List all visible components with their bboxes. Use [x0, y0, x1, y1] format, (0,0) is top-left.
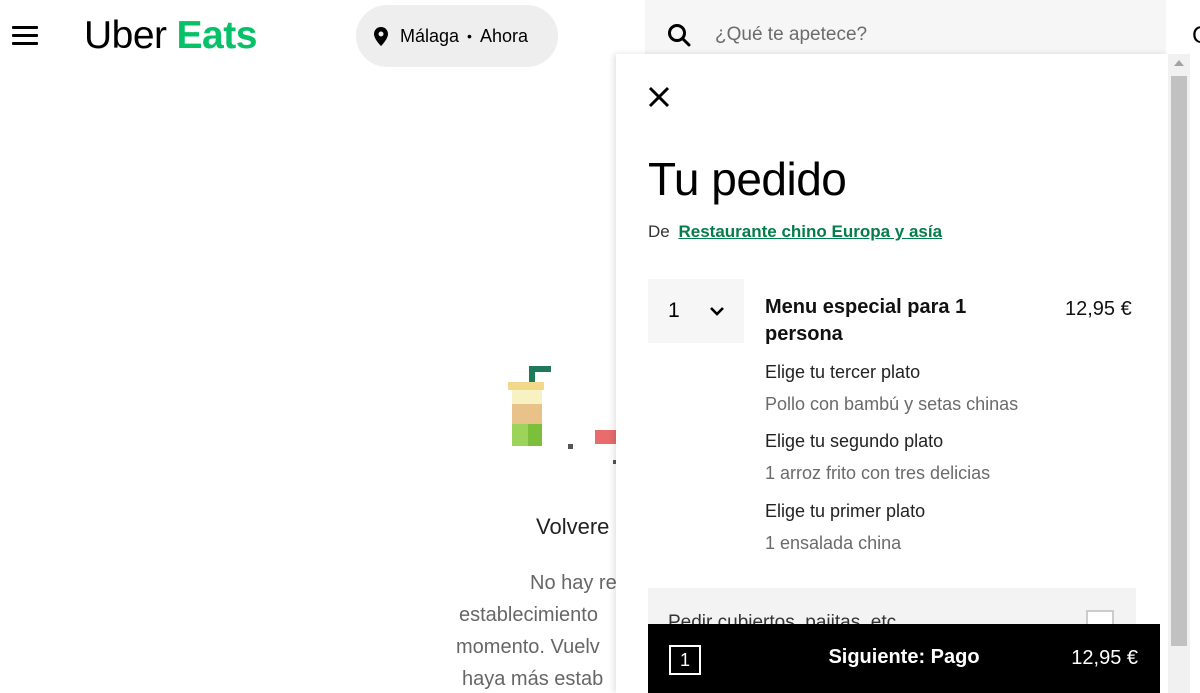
location-city: Málaga [400, 25, 460, 46]
scrollbar-thumb[interactable] [1171, 76, 1187, 646]
quantity-select[interactable]: 1 [648, 279, 744, 343]
option-label-first: Elige tu primer plato [765, 501, 926, 521]
empty-state-title: Volvere [536, 514, 610, 539]
empty-state-line-2: establecimiento [459, 604, 598, 626]
item-price: 12,95 € [1065, 298, 1132, 320]
checkout-button[interactable]: 1 Siguiente: Pago 12,95 € [648, 624, 1160, 693]
restaurant-link[interactable]: Restaurante chino Europa y asía [678, 222, 942, 241]
quantity-value: 1 [668, 299, 680, 322]
option-label-third: Elige tu tercer plato [765, 362, 921, 382]
header-edge-glyph: C [1192, 22, 1200, 50]
option-value-third: Pollo con bambú y setas chinas [765, 394, 1019, 414]
cart-title: Tu pedido [648, 153, 847, 205]
cart-restaurant-line: De Restaurante chino Europa y asía [648, 222, 942, 242]
scroll-up-arrow-icon[interactable] [1174, 60, 1184, 66]
search-input[interactable] [715, 24, 1135, 46]
logo-eats-text: Eats [176, 14, 258, 57]
empty-state-line-3: momento. Vuelv [456, 636, 600, 658]
uber-eats-logo[interactable]: Uber Eats [84, 14, 257, 58]
from-prefix: De [648, 222, 670, 241]
chevron-down-icon [710, 307, 724, 316]
scrollbar[interactable] [1168, 54, 1190, 693]
cart-panel: Tu pedido De Restaurante chino Europa y … [616, 54, 1168, 693]
hamburger-menu-icon[interactable] [12, 26, 38, 46]
search-icon [668, 24, 691, 47]
item-name[interactable]: Menu especial para 1 persona [765, 294, 1015, 348]
close-icon[interactable] [648, 86, 670, 108]
option-label-second: Elige tu segundo plato [765, 431, 944, 451]
option-value-second: 1 arroz frito con tres delicias [765, 463, 991, 483]
location-separator: • [467, 28, 472, 44]
logo-uber-text: Uber [84, 14, 167, 57]
empty-state-line-1: No hay re [530, 572, 617, 594]
option-value-first: 1 ensalada china [765, 533, 902, 553]
delivery-location-button[interactable]: Málaga • Ahora [356, 5, 558, 67]
empty-state-line-4: haya más estab [462, 668, 604, 690]
empty-state-illustration [508, 366, 621, 464]
location-pin-icon [374, 26, 388, 46]
checkout-total: 12,95 € [1071, 647, 1138, 669]
delivery-time: Ahora [479, 25, 528, 46]
